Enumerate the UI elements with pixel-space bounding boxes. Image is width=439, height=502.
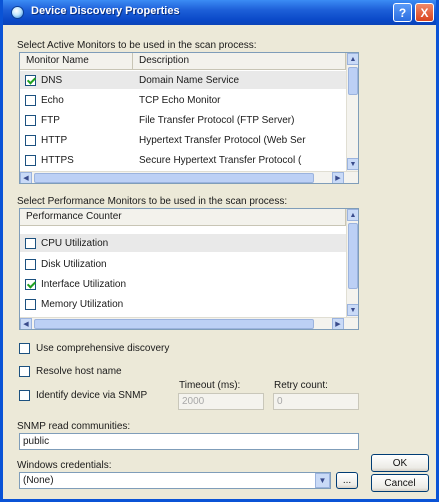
browse-credentials-button[interactable]: ...	[336, 472, 358, 489]
disk-utilization-checkbox[interactable]	[25, 258, 36, 270]
echo-checkbox[interactable]	[25, 94, 36, 106]
table-row[interactable]: Disk Utilization	[20, 255, 346, 273]
arrow-right-icon[interactable]: ▶	[332, 318, 344, 329]
scroll-thumb[interactable]	[34, 173, 314, 183]
table-row[interactable]: Interface Utilization	[20, 275, 346, 293]
monitor-description: File Transfer Protocol (FTP Server)	[139, 114, 295, 126]
resolve-host-label: Resolve host name	[36, 366, 122, 377]
arrow-left-icon[interactable]: ◀	[20, 172, 32, 183]
active-vertical-scrollbar[interactable]: ▲ ▼	[346, 53, 358, 171]
help-button[interactable]: ?	[393, 3, 412, 22]
table-row[interactable]: FTP File Transfer Protocol (FTP Server)	[20, 111, 346, 129]
retry-count-label: Retry count:	[274, 380, 328, 391]
column-monitor-name[interactable]: Monitor Name	[20, 53, 133, 70]
table-row[interactable]: DNS Domain Name Service	[20, 71, 346, 89]
table-row[interactable]: Echo TCP Echo Monitor	[20, 91, 346, 109]
arrow-down-icon[interactable]: ▼	[347, 158, 358, 170]
chevron-down-icon[interactable]: ▼	[315, 473, 330, 488]
snmp-communities-label: SNMP read communities:	[17, 421, 131, 432]
performance-vertical-scrollbar[interactable]: ▲ ▼	[346, 209, 358, 317]
title-bar[interactable]: Device Discovery Properties ? X	[3, 0, 436, 25]
scroll-thumb[interactable]	[34, 319, 314, 329]
comprehensive-discovery-option[interactable]: Use comprehensive discovery	[19, 343, 169, 354]
counter-name: Interface Utilization	[41, 278, 127, 290]
column-description[interactable]: Description	[133, 53, 346, 70]
app-icon	[11, 6, 24, 19]
dialog-window: Device Discovery Properties ? X Select A…	[0, 0, 439, 502]
timeout-label: Timeout (ms):	[179, 380, 241, 391]
counter-name: Memory Utilization	[41, 298, 124, 310]
dns-checkbox[interactable]	[25, 74, 36, 86]
monitor-description: Hypertext Transfer Protocol (Web Ser	[139, 134, 306, 146]
identify-snmp-option[interactable]: Identify device via SNMP	[19, 390, 147, 401]
resolve-host-option[interactable]: Resolve host name	[19, 366, 122, 377]
resolve-host-checkbox[interactable]	[19, 366, 30, 377]
cancel-button[interactable]: Cancel	[371, 474, 429, 492]
active-monitors-label: Select Active Monitors to be used in the…	[17, 40, 257, 51]
table-row[interactable]: HTTPS Secure Hypertext Transfer Protocol…	[20, 151, 346, 169]
active-horizontal-scrollbar[interactable]: ◀ ▶	[20, 171, 358, 183]
table-row[interactable]: Memory Utilization	[20, 295, 346, 313]
counter-name: Disk Utilization	[41, 258, 107, 270]
active-monitors-header: Monitor Name Description	[20, 53, 346, 70]
interface-utilization-checkbox[interactable]	[25, 278, 36, 290]
ftp-checkbox[interactable]	[25, 114, 36, 126]
identify-snmp-checkbox[interactable]	[19, 390, 30, 401]
https-checkbox[interactable]	[25, 154, 36, 166]
arrow-right-icon[interactable]: ▶	[332, 172, 344, 183]
retry-count-input[interactable]: 0	[273, 393, 359, 410]
monitor-name: FTP	[41, 114, 60, 126]
monitor-name: Echo	[41, 94, 64, 106]
monitor-name: HTTP	[41, 134, 68, 146]
windows-credentials-select[interactable]: (None)	[19, 472, 331, 489]
performance-header: Performance Counter	[20, 209, 346, 226]
arrow-up-icon[interactable]: ▲	[347, 209, 358, 221]
scroll-thumb[interactable]	[348, 223, 358, 289]
http-checkbox[interactable]	[25, 134, 36, 146]
scroll-thumb[interactable]	[348, 67, 358, 95]
windows-credentials-label: Windows credentials:	[17, 460, 112, 471]
cpu-utilization-checkbox[interactable]	[25, 237, 36, 249]
performance-monitors-label: Select Performance Monitors to be used i…	[17, 196, 288, 207]
window-title: Device Discovery Properties	[31, 5, 180, 17]
monitor-name: HTTPS	[41, 154, 74, 166]
performance-monitors-list[interactable]: Performance Counter CPU Utilization Disk…	[19, 208, 359, 330]
arrow-down-icon[interactable]: ▼	[347, 304, 358, 316]
comprehensive-discovery-label: Use comprehensive discovery	[36, 343, 170, 354]
arrow-up-icon[interactable]: ▲	[347, 53, 358, 65]
monitor-description: Secure Hypertext Transfer Protocol (	[139, 154, 302, 166]
timeout-input[interactable]: 2000	[178, 393, 264, 410]
arrow-left-icon[interactable]: ◀	[20, 318, 32, 329]
comprehensive-discovery-checkbox[interactable]	[19, 343, 30, 354]
monitor-description: TCP Echo Monitor	[139, 94, 221, 106]
monitor-name: DNS	[41, 74, 63, 86]
counter-name: CPU Utilization	[41, 237, 109, 249]
performance-horizontal-scrollbar[interactable]: ◀ ▶	[20, 317, 358, 329]
ok-button[interactable]: OK	[371, 454, 429, 472]
column-performance-counter[interactable]: Performance Counter	[20, 209, 346, 226]
snmp-communities-input[interactable]: public	[19, 433, 359, 450]
active-monitors-list[interactable]: Monitor Name Description DNS Domain Name…	[19, 52, 359, 184]
identify-snmp-label: Identify device via SNMP	[36, 390, 148, 401]
close-button[interactable]: X	[415, 3, 434, 22]
table-row[interactable]: CPU Utilization	[20, 234, 346, 252]
memory-utilization-checkbox[interactable]	[25, 298, 36, 310]
monitor-description: Domain Name Service	[139, 74, 240, 86]
table-row[interactable]: HTTP Hypertext Transfer Protocol (Web Se…	[20, 131, 346, 149]
